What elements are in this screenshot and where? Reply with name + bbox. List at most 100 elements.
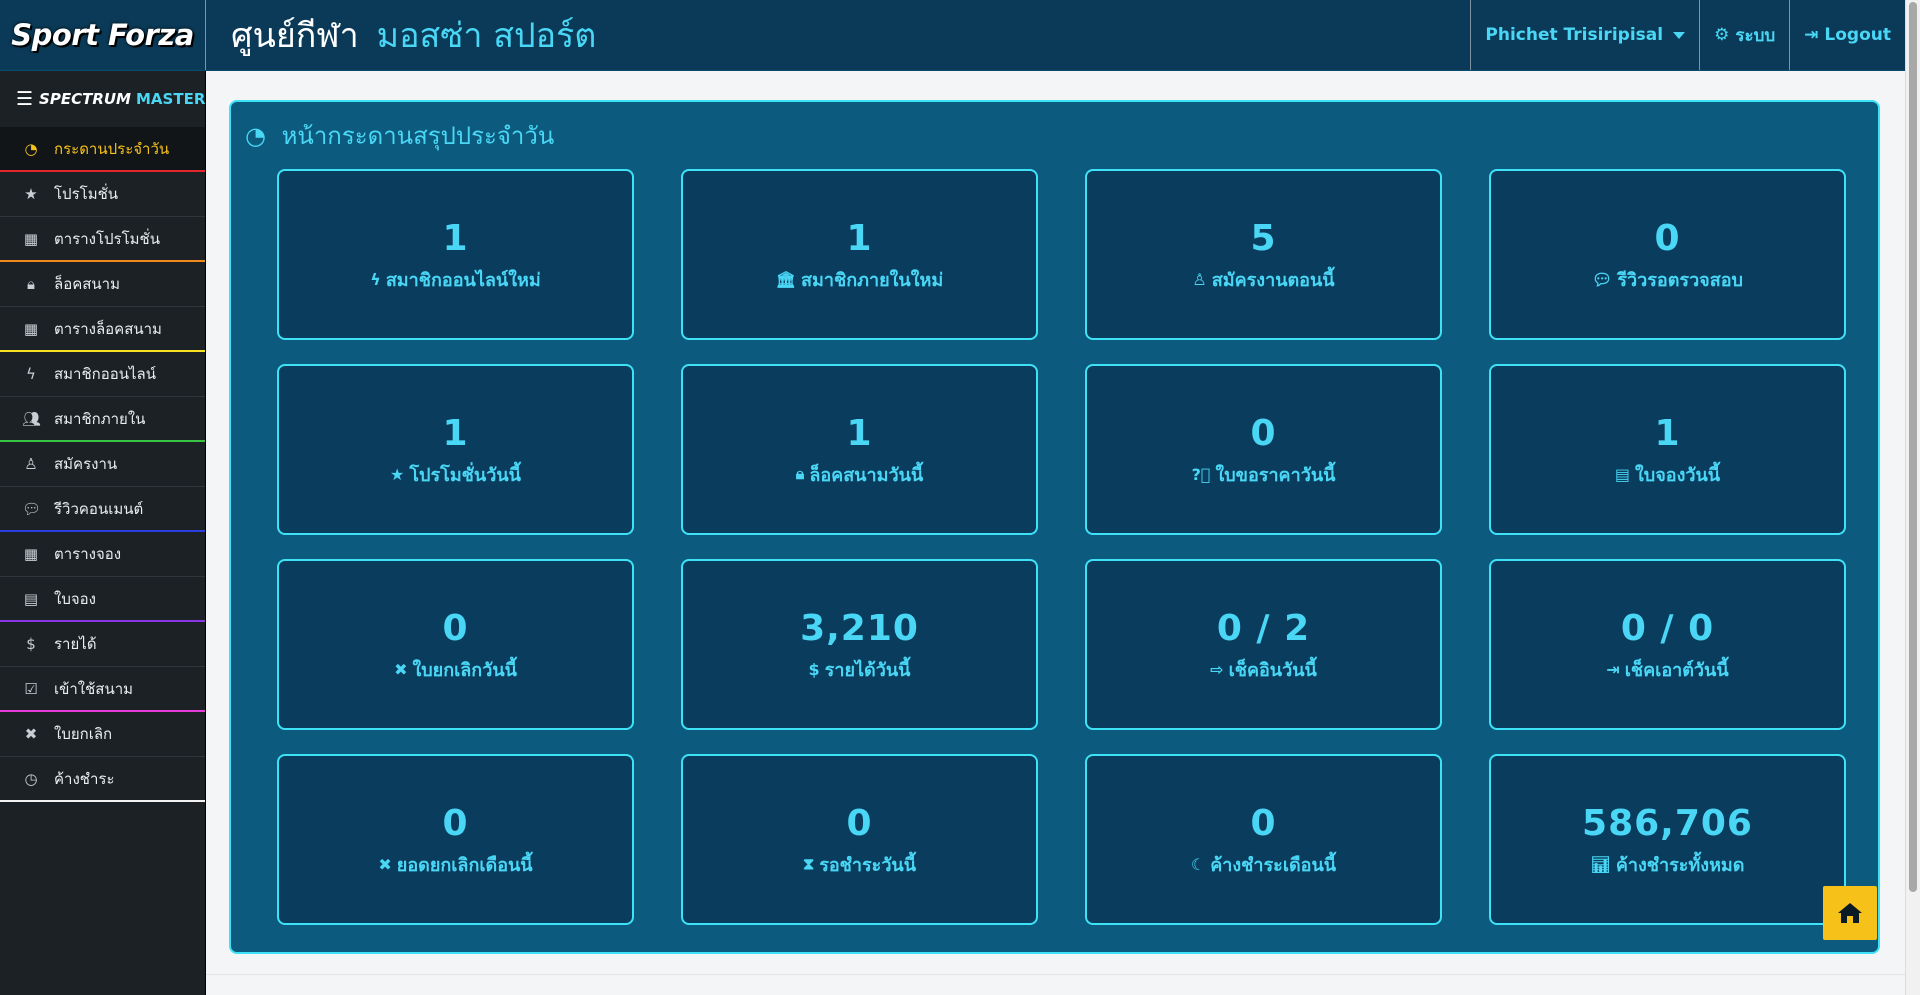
card-label: ★ โปรโมชั่นวันนี้ [390, 460, 521, 489]
footer-divider [206, 974, 1905, 975]
card-label: ✖ ใบยกเลิกวันนี้ [394, 655, 517, 684]
card-cancellations-month[interactable]: 0 ✖ ยอดยกเลิกเดือนนี้ [277, 754, 634, 925]
panel-title-text: หน้ากระดานสรุปประจำวัน [281, 122, 555, 150]
lock-icon: 🔒︎ [795, 464, 805, 483]
sidebar-header-suffix: MASTER [136, 90, 206, 108]
card-reviews-pending[interactable]: 0 💬︎ รีวิวรอตรวจสอบ [1489, 169, 1846, 340]
card-label: ϟ สมาชิกออนไลน์ใหม่ [370, 265, 540, 294]
user-menu-dropdown[interactable]: Phichet Trisiripisal [1470, 0, 1699, 70]
scrollbar-thumb[interactable] [1909, 2, 1917, 892]
card-label: 💬︎ รีวิวรอตรวจสอบ [1592, 265, 1743, 294]
user-tie-icon: ♙ [24, 455, 38, 473]
hamburger-icon[interactable]: ☰ [16, 88, 33, 110]
sidebar-header-prefix: SPECTRUM [39, 90, 131, 108]
sidebar-item-bookings[interactable]: ▤ ใบจอง [0, 577, 205, 622]
card-outstanding-total[interactable]: 586,706 📊︎ ค้างชำระทั้งหมด [1489, 754, 1846, 925]
sidebar-item-online-members[interactable]: ϟ สมาชิกออนไลน์ [0, 352, 205, 397]
sidebar-item-booking-table[interactable]: ▦ ตารางจอง [0, 532, 205, 577]
sidebar-item-court-checkin[interactable]: ☑ เข้าใช้สนาม [0, 667, 205, 712]
card-value: 1 [1654, 412, 1681, 454]
card-label-text: สมาชิกออนไลน์ใหม่ [385, 269, 541, 291]
summary-card-grid: 1 ϟ สมาชิกออนไลน์ใหม่ 1 🏛︎ สมาชิกภายในใหม่… [277, 169, 1846, 925]
sidebar-item-label: สมาชิกออนไลน์ [54, 365, 156, 383]
sidebar-item-label: ตารางโปรโมชั่น [54, 229, 160, 248]
sidebar-item-label: กระดานประจำวัน [54, 139, 170, 158]
card-court-locks-today[interactable]: 1 🔒︎ ล็อคสนามวันนี้ [681, 364, 1038, 535]
card-label: ⇨ เช็คอินวันนี้ [1210, 655, 1317, 684]
sidebar-item-label: โปรโมชั่น [54, 185, 119, 203]
card-value: 1 [846, 217, 873, 259]
card-value: 0 [1654, 217, 1681, 259]
card-label: ☾ ค้างชำระเดือนนี้ [1191, 850, 1336, 879]
sidebar-item-promotion[interactable]: ★ โปรโมชั่น [0, 172, 205, 217]
sidebar-item-label: ล็อคสนาม [54, 275, 120, 293]
card-value: 0 [442, 802, 469, 844]
card-new-internal-members[interactable]: 1 🏛︎ สมาชิกภายในใหม่ [681, 169, 1038, 340]
sidebar-item-dashboard[interactable]: ◔ กระดานประจำวัน [0, 127, 205, 172]
card-checkin-today[interactable]: 0 / 2 ⇨ เช็คอินวันนี้ [1085, 559, 1442, 730]
system-settings-button[interactable]: ⚙ ระบบ [1699, 0, 1789, 70]
card-value: 0 / 2 [1216, 607, 1311, 649]
sidebar-item-lock-court-table[interactable]: ▦ ตารางล็อคสนาม [0, 307, 205, 352]
user-name: Phichet Trisiripisal [1485, 25, 1664, 45]
sidebar-item-job-application[interactable]: ♙ สมัครงาน [0, 442, 205, 487]
card-value: 1 [442, 412, 469, 454]
card-label-text: ค้างชำระเดือนนี้ [1210, 854, 1337, 876]
dollar-icon: $ [808, 659, 820, 679]
card-label-text: ล็อคสนามวันนี้ [809, 464, 924, 486]
sidebar-item-promotion-table[interactable]: ▦ ตารางโปรโมชั่น [0, 217, 205, 262]
card-label: 🔒︎ ล็อคสนามวันนี้ [796, 460, 923, 489]
card-label: $ รายได้วันนี้ [809, 655, 911, 684]
card-outstanding-month[interactable]: 0 ☾ ค้างชำระเดือนนี้ [1085, 754, 1442, 925]
card-value: 1 [442, 217, 469, 259]
sidebar-item-label: สมัครงาน [54, 455, 118, 473]
sidebar-item-income[interactable]: $ รายได้ [0, 622, 205, 667]
sidebar-item-internal-members[interactable]: 👥︎ สมาชิกภายใน [0, 397, 205, 442]
gear-icon: ⚙ [1714, 25, 1730, 45]
card-income-today[interactable]: 3,210 $ รายได้วันนี้ [681, 559, 1038, 730]
card-label-text: รายได้วันนี้ [824, 659, 911, 681]
card-bookings-today[interactable]: 1 ▤ ใบจองวันนี้ [1489, 364, 1846, 535]
table-icon: ▦ [23, 545, 39, 563]
check-square-icon: ☑ [24, 679, 38, 698]
sidebar-item-label: ตารางล็อคสนาม [54, 319, 162, 338]
card-checkout-today[interactable]: 0 / 0 ⇥ เช็คเอาต์วันนี้ [1489, 559, 1846, 730]
card-job-applications-now[interactable]: 5 ♙ สมัครงานตอนนี้ [1085, 169, 1442, 340]
card-label: ⧗ รอชำระวันนี้ [803, 850, 916, 879]
dollar-icon: $ [26, 635, 36, 653]
sidebar-item-review-comments[interactable]: 💬︎ รีวิวคอนเมนต์ [0, 487, 205, 532]
home-button[interactable] [1823, 886, 1877, 940]
sidebar-item-label: ใบยกเลิก [54, 725, 113, 743]
card-value: 1 [846, 412, 873, 454]
card-label-text: โปรโมชั่นวันนี้ [409, 464, 521, 486]
sidebar-header[interactable]: ☰ SPECTRUM MASTER [0, 71, 205, 127]
card-label-text: รอชำระวันนี้ [819, 854, 917, 876]
sidebar-item-outstanding[interactable]: ◷ ค้างชำระ [0, 757, 205, 802]
sidebar-item-label: ค้างชำระ [54, 769, 115, 788]
sidebar-item-lock-court[interactable]: 🔒︎ ล็อคสนาม [0, 262, 205, 307]
card-label-text: รีวิวรอตรวจสอบ [1617, 269, 1743, 291]
top-navbar: Sport Forza ศูนย์กีฬา มอสซ่า สปอร์ต Phic… [0, 0, 1905, 71]
table-icon: ▦ [23, 229, 39, 248]
logout-button[interactable]: ⇥ Logout [1789, 0, 1905, 70]
panel-title: ◔ หน้ากระดานสรุปประจำวัน [245, 116, 554, 155]
sign-out-icon: ⇥ [1606, 659, 1620, 679]
times-icon: ✖ [24, 725, 38, 743]
card-promotions-today[interactable]: 1 ★ โปรโมชั่นวันนี้ [277, 364, 634, 535]
card-label: ?⃝ ใบขอราคาวันนี้ [1192, 460, 1336, 489]
users-icon: 👥︎ [22, 409, 42, 428]
card-label-text: ใบขอราคาวันนี้ [1215, 464, 1336, 486]
card-pending-payment-today[interactable]: 0 ⧗ รอชำระวันนี้ [681, 754, 1038, 925]
card-cancellations-today[interactable]: 0 ✖ ใบยกเลิกวันนี้ [277, 559, 634, 730]
card-new-online-members[interactable]: 1 ϟ สมาชิกออนไลน์ใหม่ [277, 169, 634, 340]
hourglass-icon: ⧗ [802, 854, 815, 873]
logout-label: Logout [1824, 25, 1891, 45]
card-value: 3,210 [800, 607, 919, 649]
sidebar-item-cancellations[interactable]: ✖ ใบยกเลิก [0, 712, 205, 757]
home-icon [1838, 903, 1862, 923]
card-quotations-today[interactable]: 0 ?⃝ ใบขอราคาวันนี้ [1085, 364, 1442, 535]
brand-logo[interactable]: Sport Forza [0, 0, 206, 70]
system-label: ระบบ [1735, 25, 1776, 46]
sidebar-item-label: รายได้ [54, 635, 97, 653]
page-scrollbar[interactable] [1905, 0, 1920, 995]
